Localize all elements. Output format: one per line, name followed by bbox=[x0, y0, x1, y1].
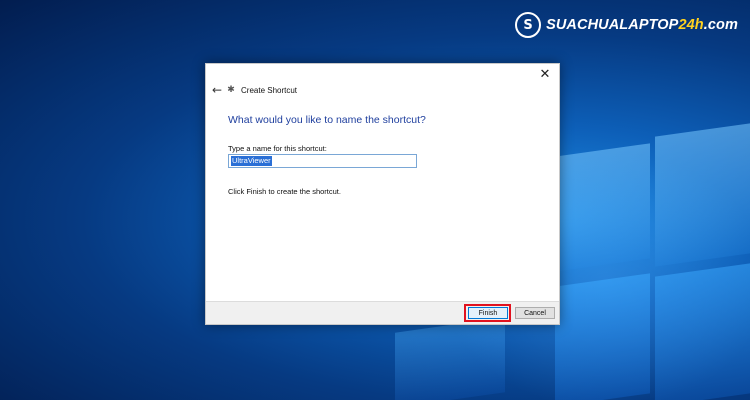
shortcut-wizard-icon: ✱ bbox=[227, 85, 235, 95]
wallpaper-window-pane bbox=[555, 143, 650, 272]
shortcut-name-input[interactable]: UltraViewer bbox=[228, 154, 417, 168]
dialog-title-row: ✱ Create Shortcut bbox=[226, 85, 297, 95]
create-shortcut-dialog: ✕ ← ✱ Create Shortcut What would you lik… bbox=[205, 63, 560, 325]
wallpaper-window-pane bbox=[655, 123, 750, 267]
logo-text-accent: 24h bbox=[678, 17, 704, 33]
finish-button[interactable]: Finish bbox=[468, 307, 508, 319]
dialog-heading: What would you like to name the shortcut… bbox=[228, 114, 426, 126]
watermark-logo: S SUACHUALAPTOP24h.com bbox=[515, 12, 738, 38]
wallpaper-window-pane bbox=[395, 317, 505, 400]
close-icon[interactable]: ✕ bbox=[536, 66, 554, 84]
back-arrow-icon[interactable]: ← bbox=[210, 83, 224, 97]
dialog-title: Create Shortcut bbox=[241, 85, 298, 95]
cancel-button[interactable]: Cancel bbox=[515, 307, 555, 319]
logo-text-main: SUACHUALAPTOP bbox=[546, 17, 679, 33]
wallpaper-window-pane bbox=[555, 273, 650, 400]
finish-hint: Click Finish to create the shortcut. bbox=[228, 187, 341, 196]
dialog-footer: Finish Cancel bbox=[206, 301, 559, 324]
shortcut-name-label: Type a name for this shortcut: bbox=[228, 144, 327, 153]
wallpaper-window-pane bbox=[655, 263, 750, 400]
logo-mark-icon: S bbox=[515, 12, 542, 38]
logo-text: SUACHUALAPTOP24h.com bbox=[546, 17, 738, 33]
shortcut-name-value: UltraViewer bbox=[231, 156, 272, 166]
logo-text-suffix: .com bbox=[703, 17, 738, 33]
